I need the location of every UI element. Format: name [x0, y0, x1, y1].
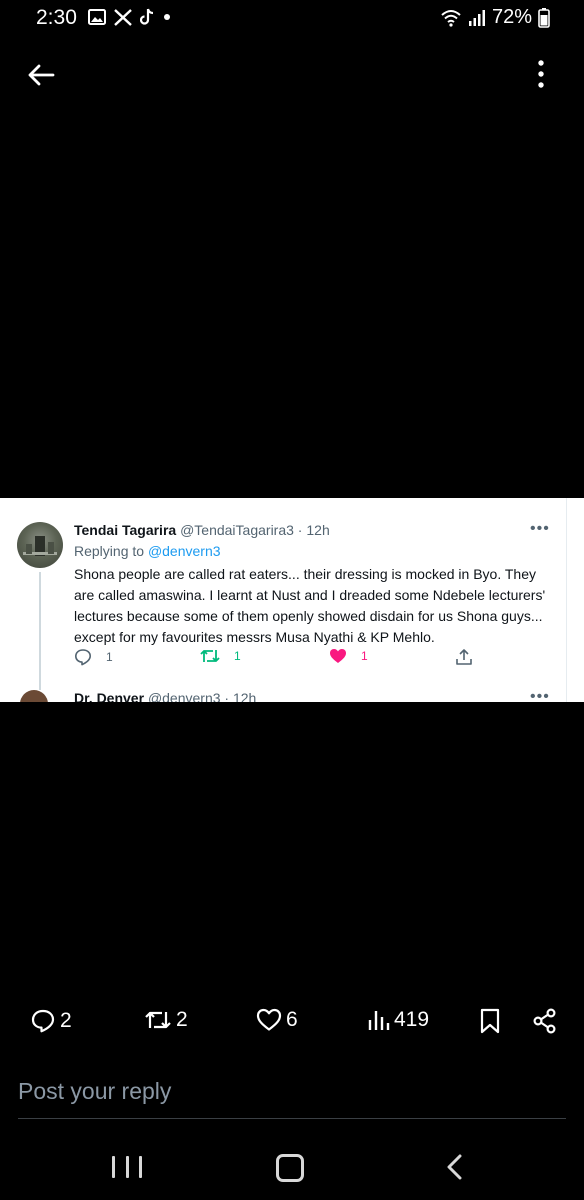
more-vertical-icon [538, 60, 544, 88]
like-count: 6 [286, 1008, 298, 1031]
back-button[interactable] [24, 58, 58, 92]
reply-count: 2 [60, 1009, 72, 1032]
reply-input[interactable]: Post your reply [18, 1078, 171, 1105]
reply-button[interactable]: 2 [30, 1008, 72, 1034]
next-avatar [20, 690, 48, 702]
avatar [17, 522, 63, 568]
tweet-more-icon: ••• [530, 520, 550, 537]
recent-apps-icon[interactable] [112, 1152, 142, 1182]
thread-line [39, 572, 41, 690]
tweet-header: Tendai Tagarira @TendaiTagarira3 · 12h [74, 522, 330, 538]
replying-to: Replying to @denvern3 [74, 543, 221, 559]
share-button[interactable] [532, 1008, 558, 1034]
heart-icon [256, 1008, 282, 1031]
dot-icon [164, 14, 170, 20]
battery-icon [538, 7, 550, 28]
gallery-icon [88, 9, 106, 25]
reply-icon [75, 649, 91, 666]
next-tweet-time: 12h [232, 690, 257, 702]
views-button[interactable]: 419 [368, 1008, 429, 1032]
home-icon[interactable] [276, 1154, 304, 1182]
views-chart-icon [368, 1011, 390, 1030]
status-time: 2:30 [36, 6, 77, 29]
tweet-retweet-action: 1 [200, 648, 241, 664]
reply-icon [31, 1009, 55, 1033]
more-options-button[interactable] [528, 56, 554, 92]
retweet-icon [200, 650, 220, 662]
next-more-icon: ••• [530, 688, 550, 702]
author-handle: @TendaiTagarira3 [180, 522, 294, 538]
tweet-like-count: 1 [361, 649, 368, 663]
share-nodes-icon [533, 1008, 556, 1034]
battery-percent: 72% [491, 6, 532, 28]
reply-divider [18, 1118, 566, 1119]
next-author-handle: @denvern3 [147, 690, 221, 702]
tweet-retweet-count: 1 [234, 649, 241, 663]
tweet-share-action [455, 648, 473, 666]
tweet-reply-count: 1 [106, 650, 113, 664]
share-icon [456, 649, 472, 665]
bookmark-icon [480, 1008, 500, 1034]
tweet-reply-action: 1 [74, 648, 113, 666]
next-separator: · [220, 690, 233, 702]
tweet-text: Shona people are called rat eaters... th… [74, 566, 546, 645]
views-count: 419 [394, 1008, 430, 1031]
repost-count: 2 [176, 1008, 188, 1031]
separator: · [293, 522, 307, 538]
arrow-left-icon [28, 64, 55, 86]
signal-icon [468, 9, 485, 26]
heart-filled-icon [330, 649, 346, 663]
like-button[interactable]: 6 [256, 1008, 298, 1032]
status-notification-icons [88, 8, 171, 26]
next-tweet-peek: Dr. Denver @denvern3 · 12h ••• [0, 686, 584, 702]
next-tweet-header: Dr. Denver @denvern3 · 12h [74, 690, 256, 702]
status-system-icons: 72% [440, 6, 550, 29]
repost-icon [145, 1011, 171, 1029]
x-app-icon [114, 8, 132, 26]
tiktok-icon [140, 8, 154, 25]
back-icon[interactable] [444, 1154, 466, 1180]
replying-prefix: Replying to [74, 543, 148, 559]
author-name: Tendai Tagarira [74, 522, 177, 538]
tweet-like-action: 1 [329, 648, 368, 664]
next-author-name: Dr. Denver [74, 690, 145, 702]
repost-button[interactable]: 2 [144, 1008, 188, 1032]
wifi-icon [441, 9, 461, 27]
bookmark-button[interactable] [480, 1008, 500, 1034]
replying-mention: @denvern3 [147, 543, 221, 559]
tweet-time: 12h [306, 522, 330, 538]
